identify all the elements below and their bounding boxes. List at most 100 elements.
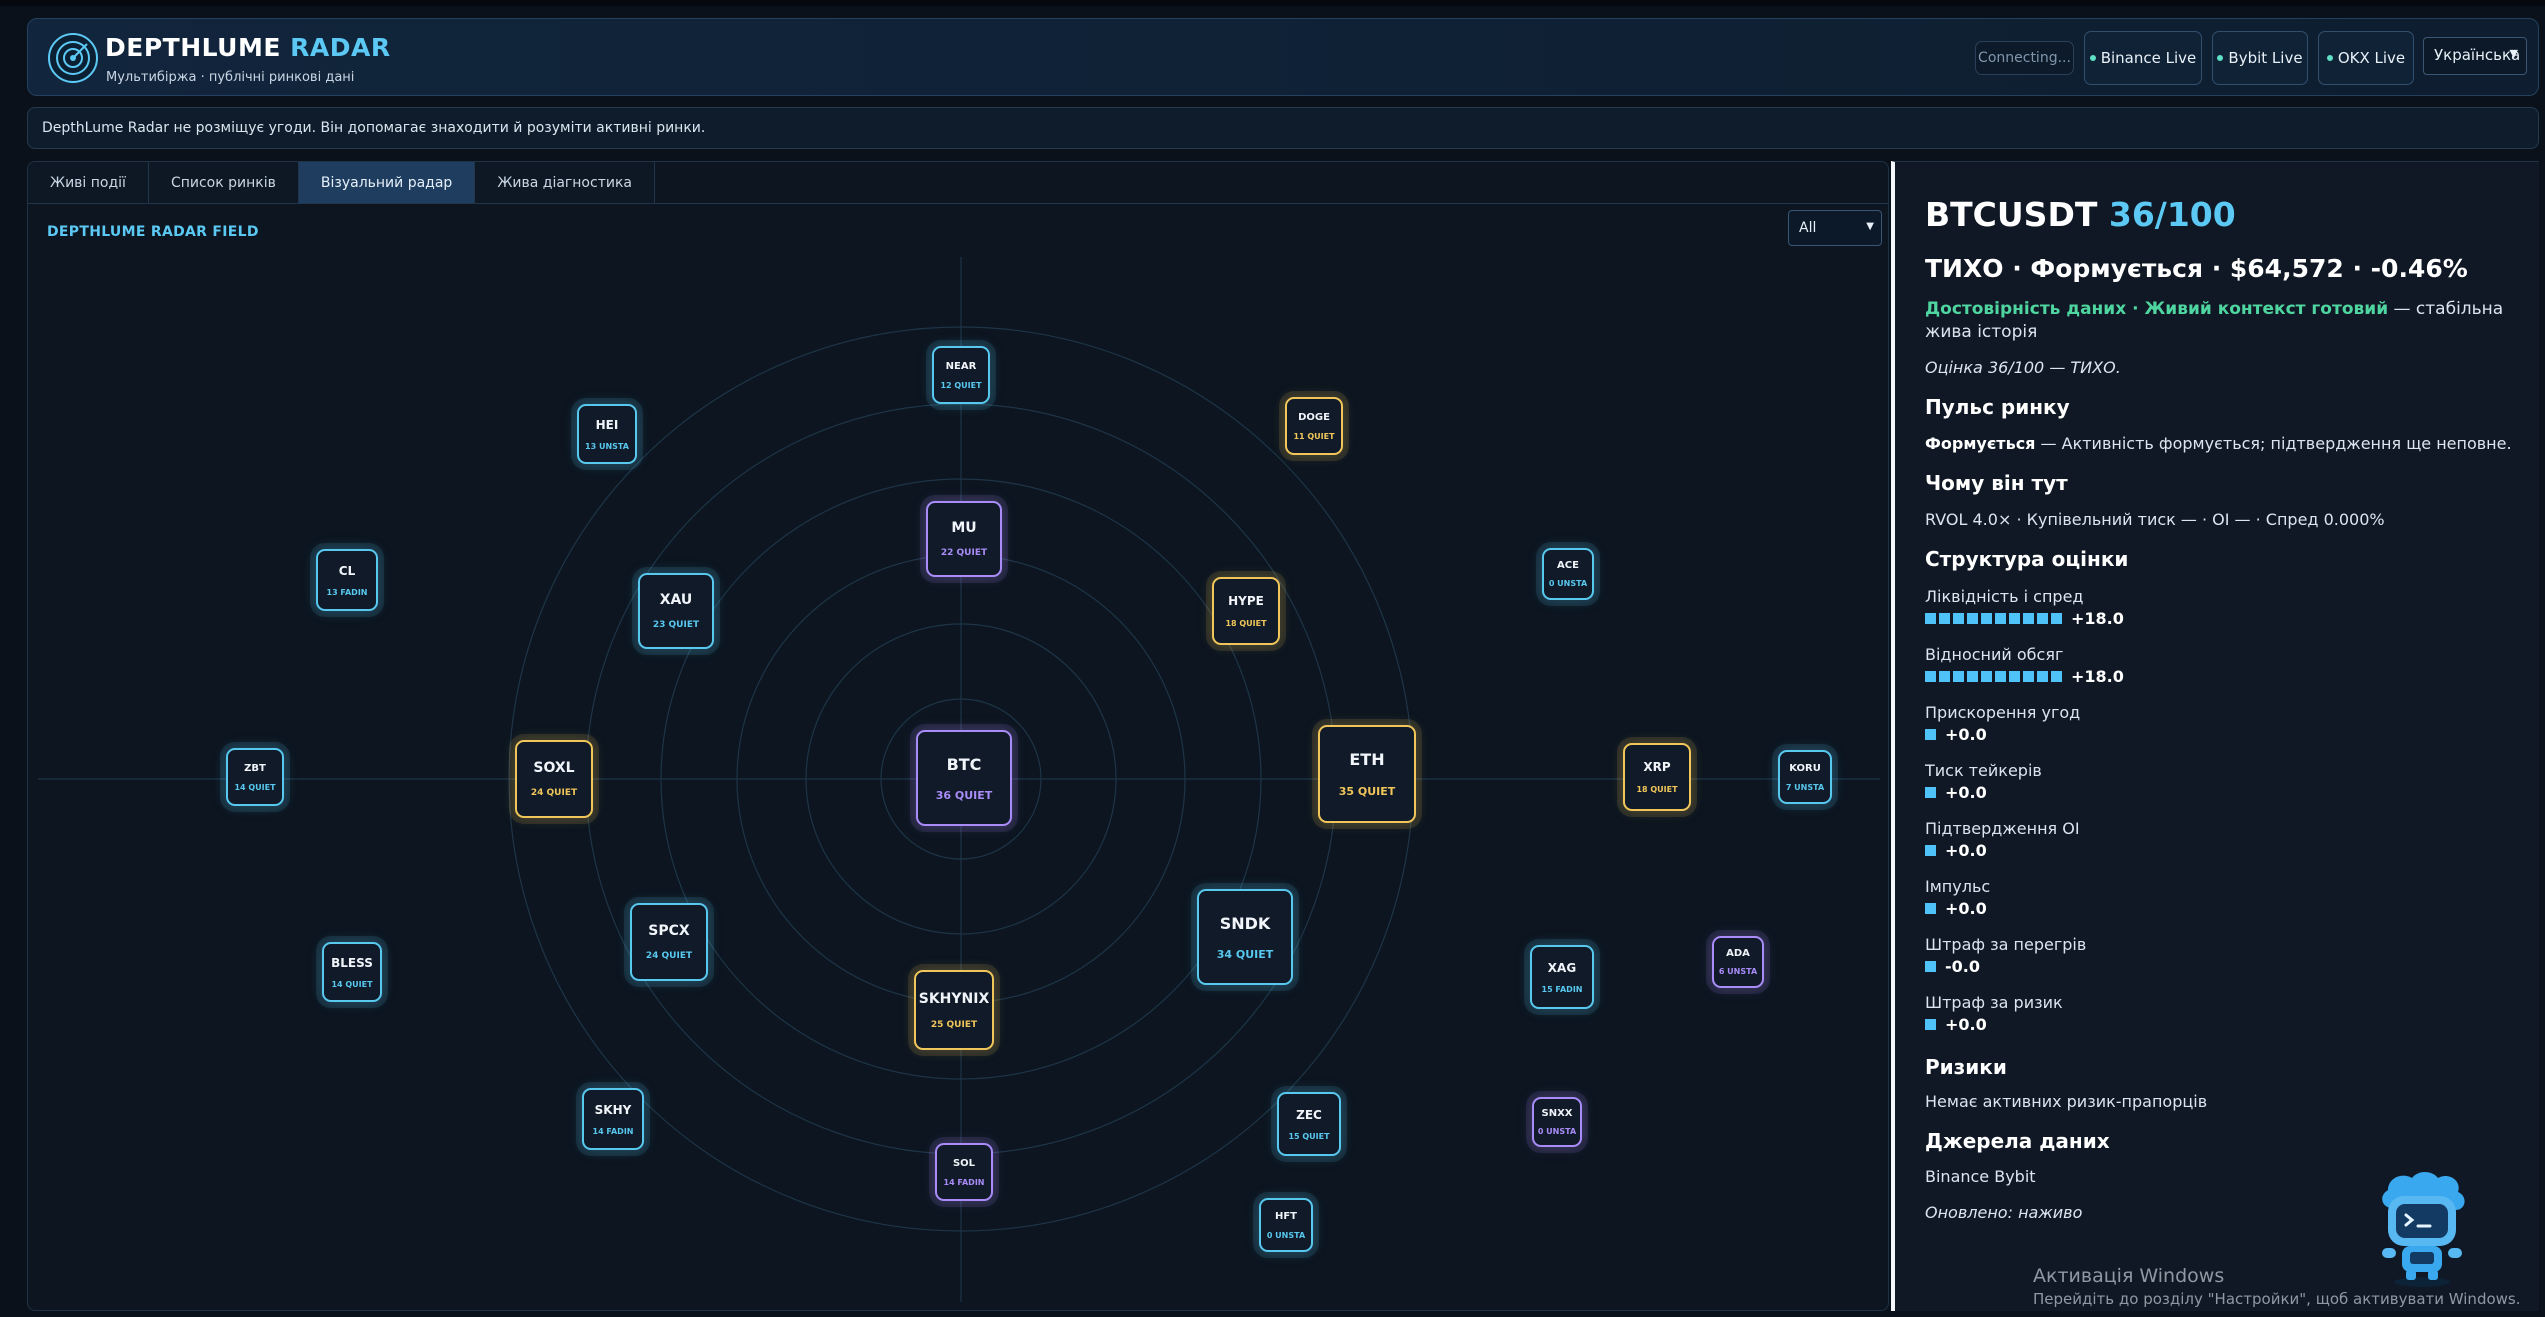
feed-label: Binance Live [2100,49,2197,67]
radar-node-spcx[interactable]: SPCX 24 QUIET [630,903,708,981]
structure-label: Тиск тейкерів [1925,761,2042,780]
radar-node-near[interactable]: NEAR 12 QUIET [932,346,990,404]
node-symbol: DOGE [1298,411,1330,423]
detail-score: 36/100 [2108,195,2236,234]
node-symbol: SOXL [533,760,575,776]
radar-node-cl[interactable]: CL 13 FADIN [316,549,378,611]
bybit-live-button[interactable]: Bybit Live [2212,31,2308,85]
node-symbol: ETH [1349,750,1385,769]
node-score: 15 FADIN [1541,984,1583,994]
language-select[interactable]: Українська ▼ [2423,37,2527,75]
node-symbol: SKHY [594,1102,632,1117]
radar-node-xau[interactable]: XAU 23 QUIET [638,573,714,649]
node-score: 22 QUIET [940,548,988,558]
radar-node-hype[interactable]: HYPE 18 QUIET [1212,577,1280,645]
structure-label: Штраф за перегрів [1925,935,2087,954]
node-score: 14 QUIET [234,782,276,792]
app-header: DEPTHLUME RADAR Мультибіржа · публічні р… [27,18,2539,96]
node-symbol: XAU [659,592,693,608]
node-score: 14 QUIET [331,979,373,989]
market-detail-panel: BTCUSDT 36/100 ТИХО · Формується · $64,5… [1891,161,2539,1311]
score-block [1981,671,1992,682]
node-score: 24 QUIET [645,951,693,961]
node-symbol: SNDK [1219,913,1271,933]
radar-node-soxl[interactable]: SOXL 24 QUIET [515,740,593,818]
radar-node-snxx[interactable]: SNXX 0 UNSTA [1532,1097,1582,1147]
radar-node-skhy[interactable]: SKHY 14 FADIN [582,1088,644,1150]
data-trust: Достовірність даних · Живий контекст гот… [1925,298,2505,344]
radar-node-hei[interactable]: HEI 13 UNSTA [577,404,637,464]
structure-label: Підтвердження OI [1925,819,2080,838]
radar-node-mu[interactable]: MU 22 QUIET [926,501,1002,577]
node-score: 0 UNSTA [1266,1230,1306,1240]
node-symbol: ZBT [244,762,266,774]
radar-node-zbt[interactable]: ZBT 14 QUIET [226,748,284,806]
structure-bar: +0.0 [1925,1015,1987,1034]
radar-node-doge[interactable]: DOGE 11 QUIET [1285,397,1343,455]
node-symbol: MU [951,520,977,536]
node-symbol: NEAR [945,360,977,372]
pulse-bold: Формується [1925,434,2036,453]
live-dot-icon [2217,55,2224,61]
node-score: 13 FADIN [326,587,368,597]
brand-title: DEPTHLUME RADAR [105,33,391,62]
structure-bar: +0.0 [1925,783,1987,802]
node-score: 36 QUIET [935,788,993,802]
radar-node-sol[interactable]: SOL 14 FADIN [935,1143,993,1201]
radar-node-eth[interactable]: ETH 35 QUIET [1318,725,1416,823]
sources-heading: Джерела даних [1925,1129,2110,1153]
disclaimer-notice: DepthLume Radar не розміщує угоди. Він д… [27,107,2539,149]
radar-node-sndk[interactable]: SNDK 34 QUIET [1197,889,1293,985]
score-block [1925,613,1936,624]
sources-text: Binance Bybit [1925,1167,2036,1186]
node-score: 13 UNSTA [585,441,629,451]
node-symbol: ZEC [1296,1107,1322,1122]
score-block [1925,787,1936,798]
node-symbol: XAG [1547,960,1577,975]
radar-node-hft[interactable]: HFT 0 UNSTA [1259,1198,1313,1252]
structure-value: +18.0 [2071,667,2124,686]
node-score: 34 QUIET [1216,947,1274,961]
updated-text: Оновлено: наживо [1925,1203,2083,1222]
score-block [2037,671,2048,682]
live-dot-icon [2326,55,2333,61]
radar-node-xag[interactable]: XAG 15 FADIN [1530,945,1594,1009]
chevron-down-icon: ▼ [2509,47,2518,60]
structure-value: +18.0 [2071,609,2124,628]
node-score: 18 QUIET [1636,785,1678,794]
node-symbol: SKHYNIX [918,990,990,1007]
binance-live-button[interactable]: Binance Live [2084,31,2202,85]
radar-node-koru[interactable]: KORU 7 UNSTA [1778,750,1832,804]
score-block [1925,961,1936,972]
pulse-heading: Пульс ринку [1925,395,2070,419]
structure-label: Прискорення угод [1925,703,2081,722]
node-symbol: ADA [1726,948,1750,959]
radar-node-ada[interactable]: ADA 6 UNSTA [1712,936,1764,988]
okx-live-button[interactable]: OKX Live [2318,31,2414,85]
score-block [2023,671,2034,682]
radar-node-zec[interactable]: ZEC 15 QUIET [1277,1092,1341,1156]
score-block [1925,903,1936,914]
node-score: 0 UNSTA [1548,579,1588,588]
node-symbol: SOL [952,1157,976,1169]
node-symbol: BTC [946,754,982,774]
radar-node-skhynix[interactable]: SKHYNIX 25 QUIET [914,970,994,1050]
feed-label: Bybit Live [2228,49,2303,67]
radar-node-btc[interactable]: BTC 36 QUIET [916,730,1012,826]
structure-heading: Структура оцінки [1925,547,2129,571]
score-block [1981,613,1992,624]
score-block [1967,671,1978,682]
radar-node-ace[interactable]: ACE 0 UNSTA [1542,548,1594,600]
node-symbol: HFT [1274,1210,1298,1222]
connection-status-button[interactable]: Connecting... [1975,41,2074,75]
radar-node-bless[interactable]: BLESS 14 QUIET [322,942,382,1002]
score-block [1925,1019,1936,1030]
node-score: 7 UNSTA [1785,782,1825,792]
score-block [1939,613,1950,624]
node-symbol: XRP [1643,760,1671,774]
trust-highlight: Достовірність даних · Живий контекст гот… [1925,299,2389,319]
radar-node-xrp[interactable]: XRP 18 QUIET [1623,743,1691,811]
structure-bar: +0.0 [1925,725,1987,744]
detail-state-line: ТИХО · Формується · $64,572 · -0.46% [1925,254,2468,283]
score-block [1995,671,2006,682]
